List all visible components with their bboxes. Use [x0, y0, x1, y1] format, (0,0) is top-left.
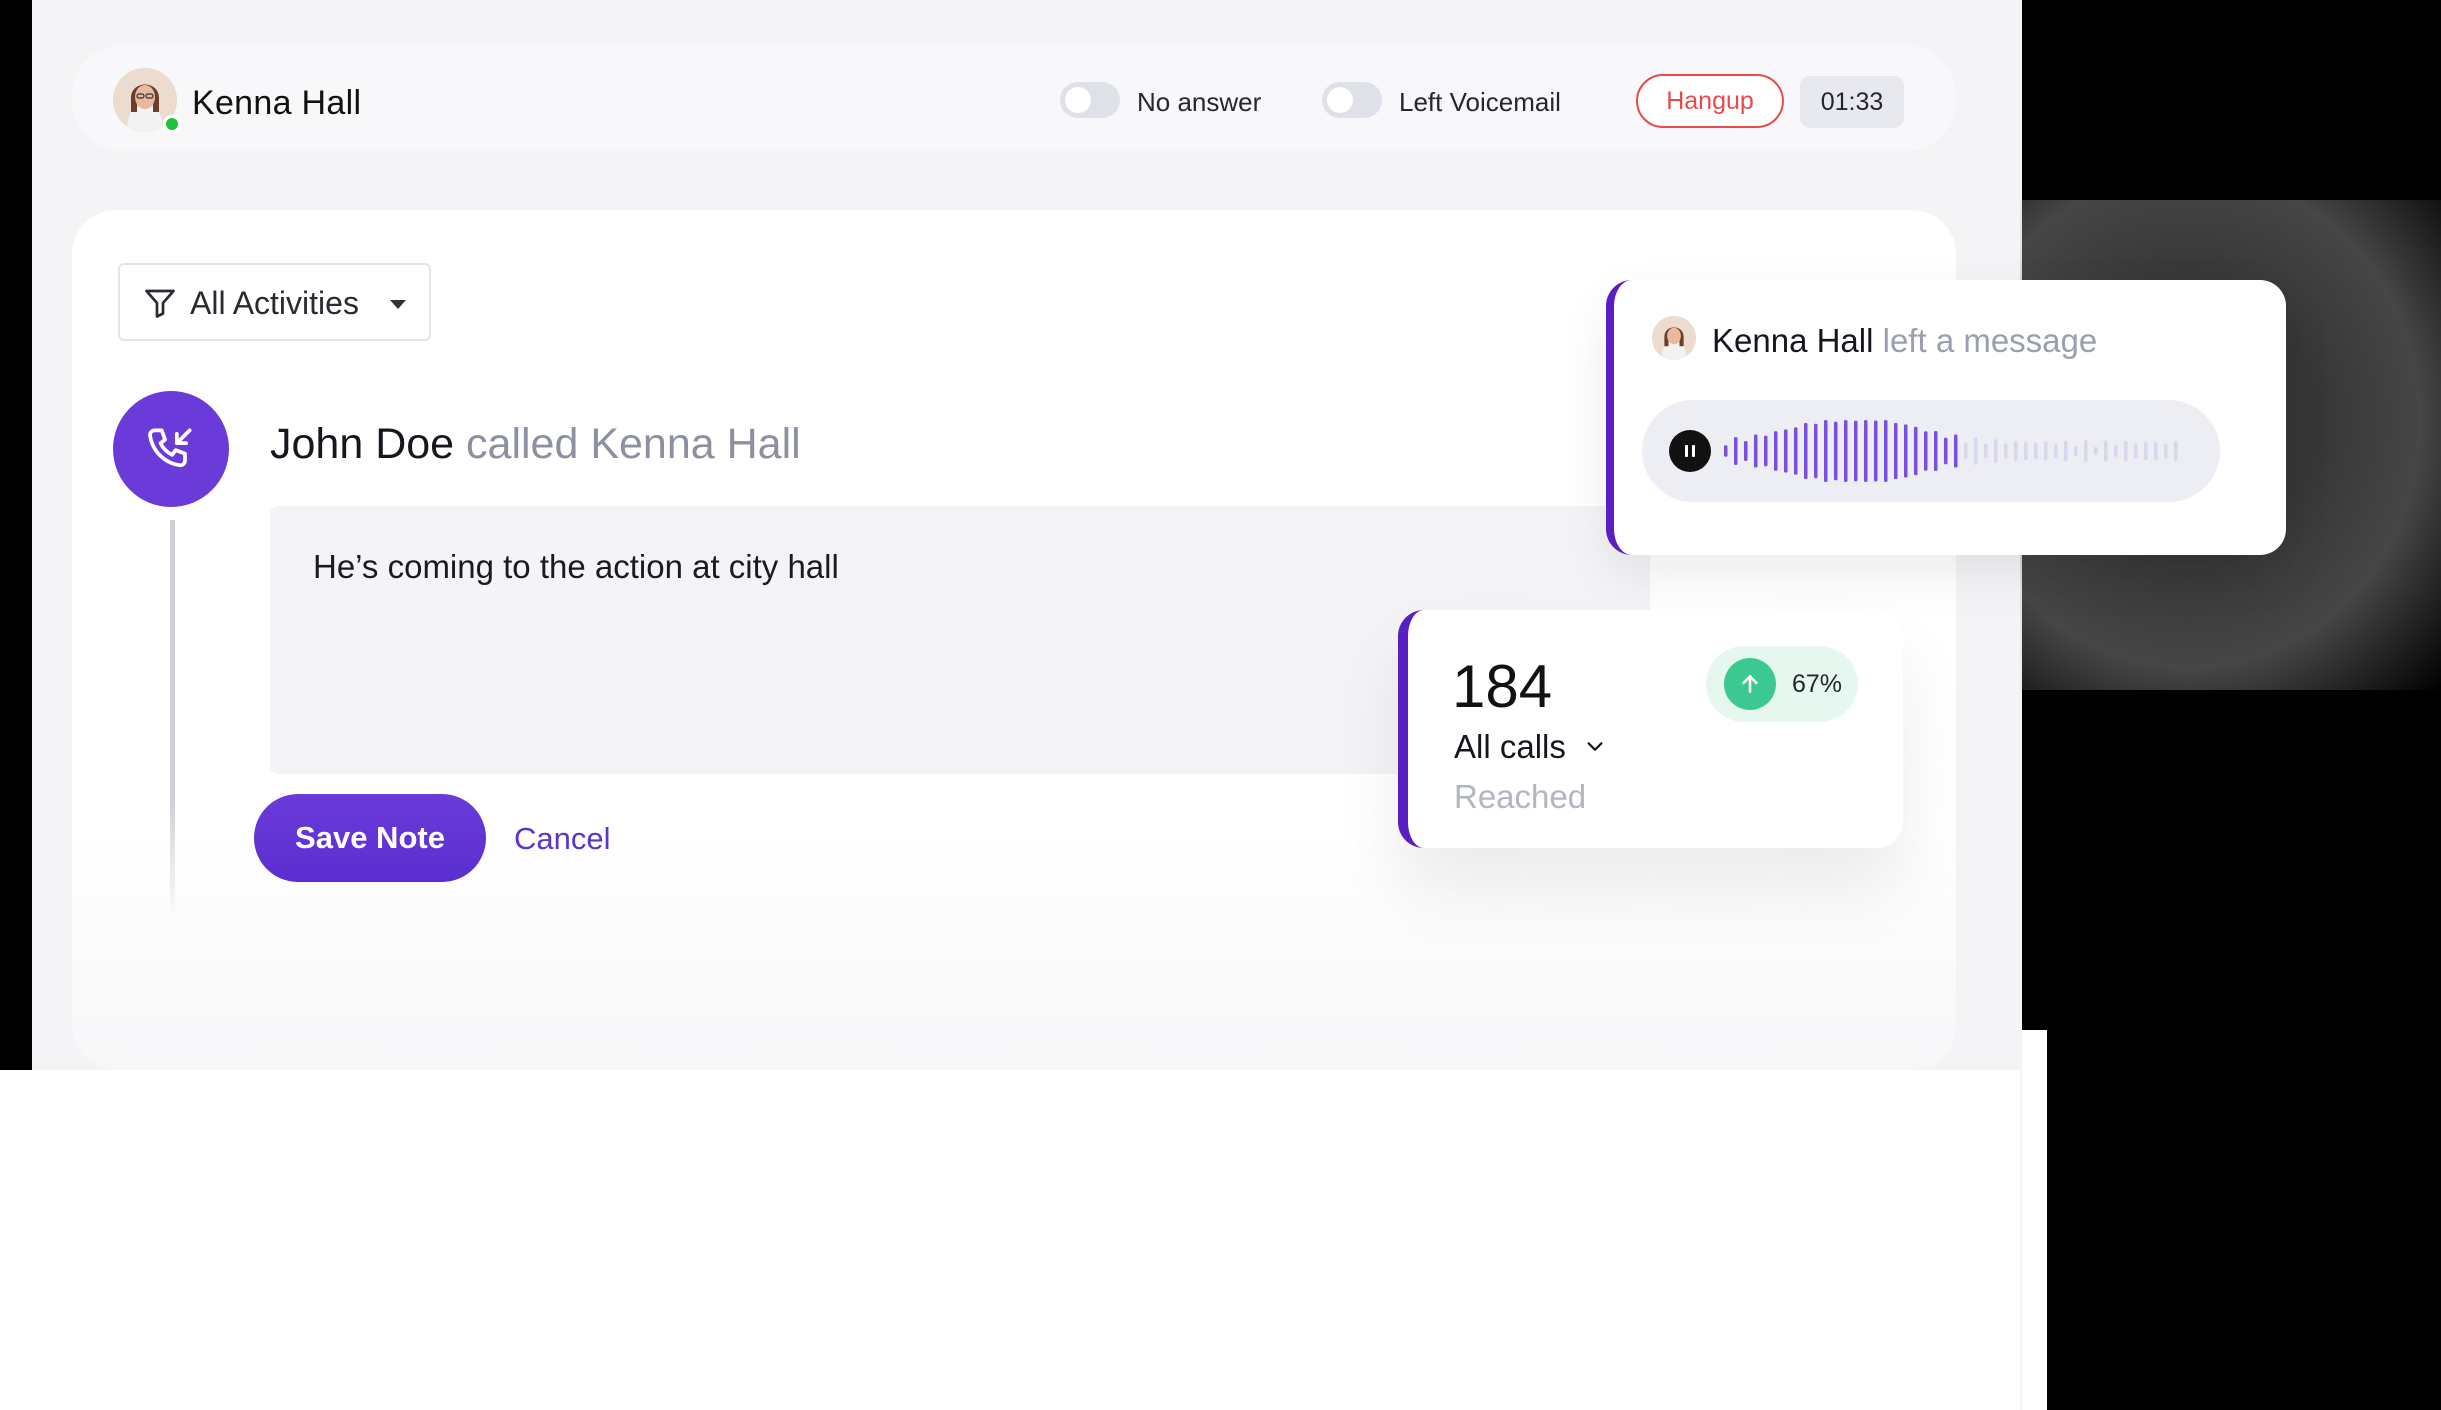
waveform-bar: [2154, 442, 2158, 460]
waveform-bar: [2014, 440, 2018, 462]
waveform-bar: [1984, 443, 1988, 459]
left-voicemail-label: Left Voicemail: [1399, 87, 1561, 117]
waveform-bar: [1904, 424, 1908, 478]
voicemail-what: left a message: [1882, 322, 2098, 359]
save-note-button[interactable]: Save Note: [254, 794, 486, 882]
waveform-bar: [2104, 440, 2108, 462]
note-text: He’s coming to the action at city hall: [313, 548, 839, 585]
waveform-bar: [2054, 444, 2058, 458]
online-status-dot: [163, 115, 181, 133]
waveform-bar: [1794, 427, 1798, 475]
waveform-bar: [2114, 445, 2118, 457]
waveform-bar: [2084, 440, 2088, 462]
waveform-bar: [1814, 423, 1818, 479]
waveform-bar: [2004, 443, 2008, 459]
hangup-button[interactable]: Hangup: [1636, 74, 1784, 128]
caller-avatar-wrap: [113, 68, 181, 133]
waveform-bar: [1824, 420, 1828, 482]
waveform-bar: [1784, 429, 1788, 473]
arrow-up-icon: [1724, 658, 1776, 710]
caller-name: Kenna Hall: [192, 84, 362, 122]
waveform-bar: [2024, 442, 2028, 460]
waveform-bar: [2094, 447, 2098, 455]
pause-button[interactable]: [1669, 430, 1711, 472]
trend-value: 67%: [1792, 670, 1843, 698]
waveform-bar: [1724, 445, 1728, 457]
waveform-bar: [1914, 426, 1918, 476]
waveform-bar: [1764, 435, 1768, 467]
waveform-bar: [1774, 431, 1778, 471]
activity-title: John Doe called Kenna Hall: [270, 420, 801, 469]
waveform-bar: [1974, 437, 1978, 465]
chevron-down-icon[interactable]: [1584, 736, 1606, 758]
waveform-bar: [1744, 441, 1748, 461]
avatar-portrait-icon: [1652, 316, 1696, 360]
filter-icon: [145, 289, 175, 318]
waveform-bar: [1924, 431, 1928, 471]
waveform-bar: [2044, 441, 2048, 461]
app-bottom: [0, 1070, 2020, 1410]
waveform-bar: [1804, 422, 1808, 480]
waveform-bar: [2134, 443, 2138, 459]
waveform-bar: [1864, 420, 1868, 482]
call-timer: 01:33: [1800, 76, 1904, 128]
calls-status: Reached: [1454, 778, 1587, 815]
waveform-bar: [2144, 442, 2148, 460]
cancel-button[interactable]: Cancel: [514, 821, 611, 857]
waveform-bar: [1734, 436, 1738, 466]
phone-incoming-icon: [148, 428, 192, 468]
waveform-bar: [1964, 442, 1968, 460]
waveform-bar: [1954, 434, 1958, 468]
waveform-bar: [1874, 420, 1878, 482]
waveform-bar: [2164, 443, 2168, 459]
waveform-bar: [1834, 421, 1838, 481]
activity-caller: John Doe: [270, 420, 455, 468]
waveform-bar: [1854, 420, 1858, 482]
waveform-bar: [1944, 437, 1948, 465]
pause-icon: [1685, 445, 1695, 457]
waveform-bar: [2074, 446, 2078, 456]
activity-action: called Kenna Hall: [466, 420, 801, 468]
app-edge: [2022, 1030, 2047, 1410]
calls-filter-label[interactable]: All calls: [1454, 728, 1566, 766]
waveform-bar: [1844, 420, 1848, 482]
waveform-bar: [2034, 442, 2038, 460]
calls-count: 184: [1452, 653, 1553, 720]
filter-label: All Activities: [190, 285, 359, 321]
waveform-bar: [1934, 430, 1938, 472]
waveform-bar: [2174, 441, 2178, 461]
voicemail-who: Kenna Hall: [1712, 322, 1874, 359]
waveform-bar: [1884, 420, 1888, 482]
incoming-call-icon: [113, 391, 229, 507]
voicemail-title: Kenna Hall left a message: [1712, 322, 2097, 360]
left-voicemail-toggle[interactable]: [1322, 82, 1382, 118]
timeline-line: [170, 520, 175, 920]
no-answer-label: No answer: [1137, 87, 1262, 117]
audio-waveform[interactable]: [1724, 418, 2184, 484]
waveform-bar: [1894, 422, 1898, 480]
waveform-bar: [2064, 440, 2068, 462]
voicemail-avatar: [1652, 316, 1696, 360]
waveform-bar: [1754, 434, 1758, 468]
waveform-bar: [2124, 441, 2128, 461]
activity-filter-dropdown[interactable]: All Activities: [118, 263, 431, 341]
no-answer-toggle[interactable]: [1060, 82, 1120, 118]
caret-down-icon: [390, 300, 406, 309]
waveform-bar: [1994, 439, 1998, 463]
